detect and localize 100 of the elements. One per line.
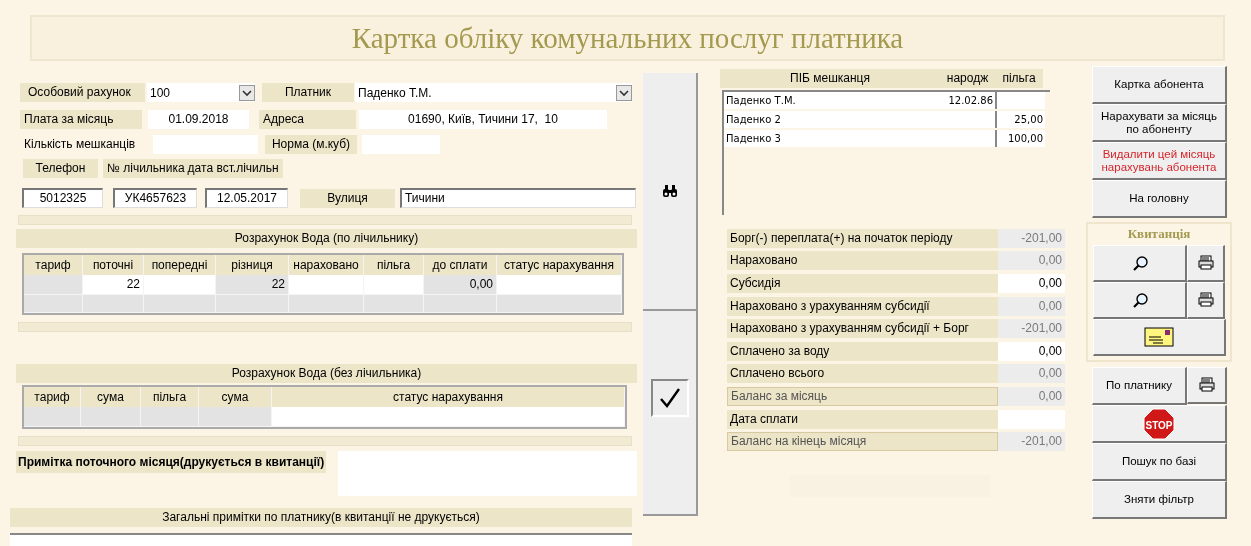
value-field[interactable]: 0,00 — [998, 274, 1065, 293]
input-field[interactable]: Тичини — [400, 188, 636, 208]
column-header: тариф — [24, 255, 82, 275]
combo-box[interactable]: Паденко Т.М. — [355, 83, 632, 102]
field-label: Баланс на кінець місяця — [727, 432, 998, 452]
panel-title: Квитанція — [1126, 226, 1192, 242]
table-cell: 0,00 — [424, 275, 496, 295]
table-cell: 22 — [216, 275, 288, 295]
input-field[interactable]: 5012325 — [22, 188, 103, 208]
column-header: народж — [945, 70, 990, 87]
table-cell — [942, 111, 997, 128]
field-label: Плата за місяць — [20, 110, 142, 129]
value-field: -201,00 — [998, 432, 1065, 452]
field-label: Вулиця — [300, 188, 395, 208]
stop-button[interactable]: STOP — [1092, 405, 1227, 443]
column-header: пільга — [1001, 70, 1037, 87]
search-icon — [1131, 255, 1148, 271]
table-cell[interactable]: 22 — [83, 275, 143, 295]
action-button[interactable]: Зняти фільтр — [1092, 481, 1227, 519]
column-header: статус нарахування — [497, 255, 621, 275]
column-header: тариф — [24, 387, 80, 407]
action-button[interactable]: Видалити цей місяць нарахувань абонента — [1092, 142, 1227, 180]
input-field[interactable] — [362, 135, 440, 154]
column-header: пільга — [141, 387, 198, 407]
print-button[interactable] — [1187, 282, 1225, 319]
field-label: Норма (м.куб) — [265, 135, 357, 154]
table-cell: 25,00 — [997, 111, 1045, 128]
field-label: Субсидія — [727, 274, 998, 293]
input-field[interactable]: УК4657623 — [113, 188, 197, 208]
table-cell[interactable] — [272, 407, 624, 427]
print-button[interactable] — [1187, 367, 1227, 404]
confirm-button[interactable] — [650, 378, 689, 417]
print-button[interactable] — [1187, 245, 1225, 282]
value-field: 0,00 — [998, 386, 1065, 406]
action-button[interactable]: Пошук по базі — [1092, 443, 1227, 481]
column-header: сума — [81, 387, 140, 407]
input-field[interactable]: 01.09.2018 — [148, 110, 249, 129]
value-field: 0,00 — [998, 364, 1065, 384]
column-header: статус нарахування — [272, 387, 624, 407]
field-label: Сплачено всього — [727, 364, 998, 384]
field-label: Примітка поточного місяця(друкується в квитанції) — [16, 451, 327, 473]
table-cell[interactable] — [289, 275, 363, 295]
action-button[interactable]: Картка абонента — [1092, 66, 1227, 104]
printer-icon — [1197, 255, 1214, 271]
preview-button[interactable] — [1093, 245, 1188, 282]
field-label: Кількість мешканців — [23, 136, 137, 153]
note-field[interactable] — [338, 451, 637, 496]
column-header: до сплати — [424, 255, 496, 275]
value-field[interactable] — [998, 409, 1065, 429]
payer-button[interactable]: По платнику — [1092, 367, 1187, 405]
find-button[interactable] — [643, 73, 698, 311]
value-field[interactable]: 0,00 — [998, 341, 1065, 361]
column-header: ПІБ мешканця — [789, 70, 871, 87]
field-label: Адреса — [259, 110, 356, 129]
column-header: нараховано — [289, 255, 363, 275]
field-label: дата вст.лічильн — [187, 159, 283, 178]
chevron-icon[interactable] — [616, 84, 632, 101]
table-cell[interactable] — [144, 275, 215, 295]
search-icon — [1131, 292, 1148, 308]
field-label: № лічильника — [103, 159, 188, 178]
mail-button[interactable] — [1093, 319, 1226, 356]
table-cell[interactable] — [364, 275, 423, 295]
section-title: Загальні примітки по платнику(в квитанції не друкується) — [10, 508, 632, 527]
printer-icon — [1198, 377, 1215, 393]
field-label: Сплачено за воду — [727, 341, 998, 361]
table-cell: Паденко 2 — [724, 111, 942, 128]
section-title: Розрахунок Вода (по лічильнику) — [16, 229, 637, 248]
field-label: Борг(-) переплата(+) на початок періоду — [727, 228, 998, 248]
preview-button[interactable] — [1093, 282, 1188, 319]
table-cell — [997, 92, 1045, 109]
field-label: Платник — [262, 83, 354, 102]
column-header: різниця — [216, 255, 288, 275]
table-cell: 12.02.86 — [942, 92, 997, 109]
field-label: Дата сплати — [727, 409, 998, 429]
value-field: 0,00 — [998, 251, 1065, 271]
column-header: поточні — [83, 255, 143, 275]
field-label: Баланс за місяць — [727, 386, 998, 406]
table-cell: 100,00 — [997, 130, 1045, 147]
input-field[interactable] — [153, 135, 258, 154]
input-field[interactable]: 01690, Київ, Тичини 17, 10 — [359, 110, 607, 129]
printer-icon — [1197, 292, 1214, 308]
action-button[interactable]: На головну — [1092, 180, 1227, 218]
field-label: Телефон — [23, 159, 98, 178]
chevron-icon[interactable] — [239, 84, 255, 101]
combo-box[interactable]: 100 — [147, 83, 255, 102]
table-cell[interactable] — [497, 275, 621, 295]
table-cell: Паденко Т.М. — [724, 92, 942, 109]
action-button[interactable]: Нарахувати за місяць по абоненту — [1092, 104, 1227, 142]
value-field: -201,00 — [998, 228, 1065, 248]
column-header: пільга — [364, 255, 423, 275]
binoculars-icon — [661, 184, 678, 198]
value-field: -201,00 — [998, 319, 1065, 339]
input-field[interactable]: 12.05.2017 — [205, 188, 288, 208]
field-label: Нараховано — [727, 251, 998, 271]
field-label: Особовий рахунок — [20, 83, 145, 102]
table-cell: Паденко 3 — [724, 130, 942, 147]
field-label: Нараховано з урахуванням субсидії — [727, 296, 998, 316]
value-field: 0,00 — [998, 296, 1065, 316]
field-label: Нараховано з урахуванням субсидії + Борг — [727, 319, 998, 339]
table-cell — [942, 130, 997, 147]
